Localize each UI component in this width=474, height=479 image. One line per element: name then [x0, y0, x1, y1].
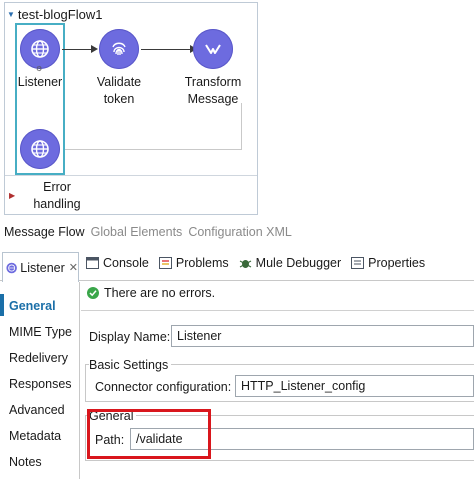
tab-console[interactable]: Console: [86, 256, 149, 270]
tab-problems[interactable]: Problems: [158, 256, 229, 270]
status-row: There are no errors.: [87, 286, 215, 300]
validate-token-label: Validate token: [96, 75, 142, 106]
tab-listener-label: Listener: [20, 260, 65, 275]
flow-canvas: ▼ test-blogFlow1 ⚙ Listener Validate tok…: [4, 2, 258, 215]
tab-problems-label: Problems: [175, 256, 229, 270]
arrow-head-icon: [91, 45, 98, 53]
validate-token-node[interactable]: [99, 29, 139, 69]
basic-settings-title: Basic Settings: [89, 358, 172, 372]
globe-icon: [31, 140, 49, 158]
properties-nav: General MIME Type Redelivery Responses A…: [0, 282, 80, 479]
return-connector: [241, 103, 242, 150]
problems-icon: [158, 257, 172, 269]
view-tabs: Console Problems Mule Debugger Propertie…: [86, 256, 425, 270]
listener-badge-icon: ⚙: [36, 66, 43, 73]
response-node[interactable]: [20, 129, 60, 169]
fingerprint-icon: [112, 42, 126, 55]
tab-console-label: Console: [103, 256, 149, 270]
status-divider: [81, 310, 474, 311]
nav-item-responses[interactable]: Responses: [9, 377, 72, 391]
nav-item-mime-type[interactable]: MIME Type: [9, 325, 72, 339]
transform-message-node[interactable]: [193, 29, 233, 69]
tab-properties[interactable]: Properties: [351, 256, 425, 270]
transform-message-label: Transform Message: [184, 75, 242, 106]
flow-arrow: [62, 49, 92, 50]
nav-item-notes[interactable]: Notes: [9, 455, 42, 469]
close-icon[interactable]: ✕: [69, 261, 78, 274]
error-handling-label[interactable]: Error handling: [27, 179, 87, 213]
debugger-icon: [239, 260, 251, 268]
tab-properties-label: Properties: [368, 256, 426, 270]
display-name-label: Display Name:: [89, 330, 171, 344]
collapse-caret-icon[interactable]: ▼: [7, 10, 15, 19]
connector-configuration-label: Connector configuration:: [95, 380, 232, 394]
flow-name: test-blogFlow1: [17, 6, 103, 22]
nav-selection-indicator: [0, 294, 4, 316]
tab-configuration-xml[interactable]: Configuration XML: [188, 225, 292, 239]
nav-item-advanced[interactable]: Advanced: [9, 403, 65, 417]
connector-configuration-field[interactable]: [235, 375, 474, 397]
tab-mule-debugger[interactable]: Mule Debugger: [239, 256, 341, 270]
highlight-annotation: [87, 409, 211, 459]
flow-arrow: [141, 49, 191, 50]
tab-message-flow[interactable]: Message Flow: [4, 225, 85, 239]
flow-header[interactable]: ▼ test-blogFlow1: [7, 6, 102, 22]
properties-icon: [351, 257, 365, 269]
nav-item-metadata[interactable]: Metadata: [9, 429, 61, 443]
nav-item-general[interactable]: General: [9, 299, 56, 313]
tab-listener[interactable]: Listener ✕: [2, 252, 79, 282]
globe-icon: [31, 40, 49, 58]
display-name-field[interactable]: [171, 325, 474, 347]
tab-global-elements[interactable]: Global Elements: [91, 225, 183, 239]
editor-tabs: Message Flow Global Elements Configurati…: [4, 225, 292, 239]
tab-mule-debugger-label: Mule Debugger: [255, 256, 342, 270]
error-handling-divider: [5, 175, 257, 176]
console-icon: [86, 257, 99, 269]
transform-icon: [205, 44, 221, 54]
listener-node-label: Listener: [17, 75, 63, 89]
check-circle-icon: [87, 287, 99, 299]
globe-icon: [6, 262, 17, 273]
expand-caret-icon[interactable]: ▶: [9, 191, 15, 200]
return-connector: [65, 149, 241, 150]
status-message: There are no errors.: [104, 286, 216, 300]
listener-node[interactable]: [20, 29, 60, 69]
nav-item-redelivery[interactable]: Redelivery: [9, 351, 68, 365]
